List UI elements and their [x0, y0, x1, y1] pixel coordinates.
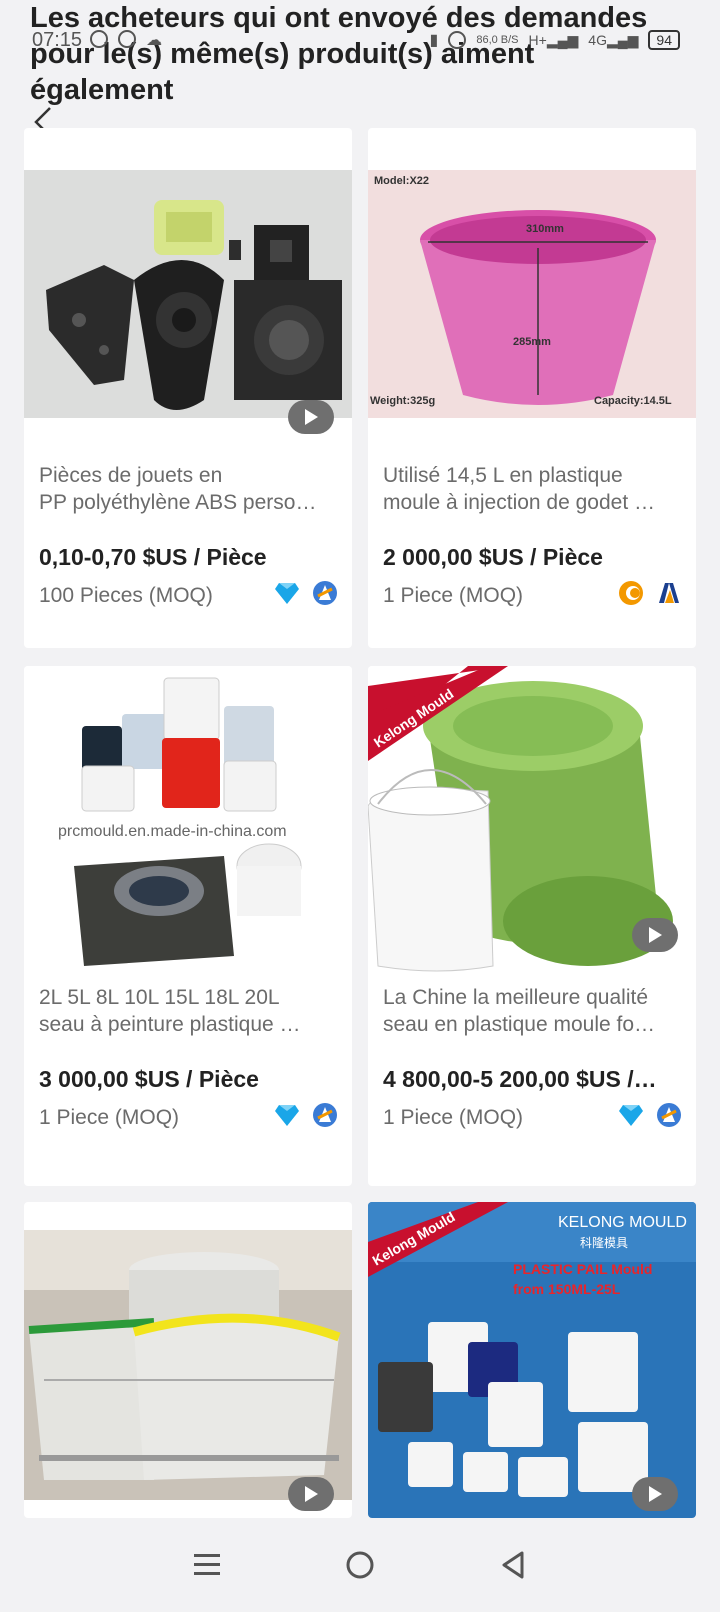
notification-icons: ☁ [90, 30, 162, 50]
model-label: Model:X22 [374, 175, 429, 187]
product-image[interactable]: Model:X22 310mm 285mm Weight:325g Capaci… [368, 170, 696, 418]
alarm-clock-icon [448, 31, 467, 49]
product-moq: 1 Piece (MOQ) [383, 1106, 524, 1129]
product-price: 4 800,00-5 200,00 $US /… [383, 1066, 657, 1092]
menu-button[interactable] [187, 1545, 227, 1585]
video-play-button[interactable] [288, 1477, 334, 1511]
supplier-badges [618, 1102, 682, 1128]
ad-headline-1: PLASTIC PAIL Mould [513, 1261, 652, 1277]
play-icon [649, 927, 662, 943]
network-speed: 86,0 B/S [476, 33, 519, 46]
video-play-button[interactable] [632, 918, 678, 952]
cloud-icon: ☁ [146, 32, 163, 49]
product-price: 3 000,00 $US / Pièce [39, 1066, 259, 1092]
diamond-icon [274, 1102, 300, 1128]
play-icon [649, 1486, 662, 1502]
media-icon [90, 30, 109, 48]
supplier-badges [274, 580, 338, 606]
verified-icon [312, 580, 338, 606]
product-title: seau à peinture plastique … [39, 1013, 301, 1036]
product-title: moule à injection de godet … [383, 491, 656, 514]
pail-mould-ad-photo: Kelong Mould KELONG MOULD 科隆模具 PLASTIC P… [368, 1202, 696, 1518]
product-title: Pièces de jouets en [39, 464, 223, 487]
product-card[interactable]: Pièces de jouets en PP polyéthylène ABS … [24, 128, 352, 648]
product-card[interactable]: prcmould.en.made-in-china.com 2L 5L 8L 1… [24, 666, 352, 1186]
weight-label: Weight:325g [370, 395, 435, 407]
supplier-badges [618, 580, 682, 606]
status-bar: 07:15 ☁ ▮ 86,0 B/S H+▂▄▆ 4G▂▄▆ 94 [32, 26, 680, 54]
watermark-text: prcmould.en.made-in-china.com [58, 823, 287, 840]
product-title: 2L 5L 8L 10L 15L 18L 20L [39, 986, 280, 1009]
verified-icon [656, 1102, 682, 1128]
triangle-back-icon [502, 1551, 524, 1579]
product-price: 2 000,00 $US / Pièce [383, 544, 603, 570]
diamond-icon [274, 580, 300, 606]
product-moq: 1 Piece (MOQ) [39, 1106, 180, 1129]
verified-icon [312, 1102, 338, 1128]
home-circle-icon [346, 1551, 374, 1579]
signal-h-plus: H+▂▄▆ [528, 31, 579, 48]
product-moq: 1 Piece (MOQ) [383, 584, 524, 607]
system-back-button[interactable] [493, 1545, 533, 1585]
audited-icon [656, 580, 682, 606]
product-title: La Chine la meilleure qualité [383, 986, 648, 1009]
capacity-label: Capacity:14.5L [594, 395, 672, 407]
screen: Les acheteurs qui ont envoyé des demande… [0, 0, 720, 1612]
product-title: seau en plastique moule fo… [383, 1013, 656, 1036]
product-image[interactable] [24, 170, 352, 418]
product-title: Utilisé 14,5 L en plastique [383, 464, 623, 487]
diamond-icon [618, 1102, 644, 1128]
brand-name-text: KELONG MOULD [558, 1214, 687, 1231]
ad-headline-2: from 150ML-25L [513, 1281, 621, 1297]
waste-bins-photo [24, 1230, 352, 1500]
alarm-icon [118, 30, 137, 48]
video-play-button[interactable] [288, 400, 334, 434]
status-right: ▮ 86,0 B/S H+▂▄▆ 4G▂▄▆ 94 [430, 30, 680, 50]
height-label: 285mm [513, 336, 551, 348]
supplier-badges [274, 1102, 338, 1128]
product-card[interactable]: Kelong Mould La Chine la meilleure quali… [368, 666, 696, 1186]
product-title: PP polyéthylène ABS perso… [39, 491, 317, 514]
pink-bucket-photo: Model:X22 310mm 285mm Weight:325g Capaci… [368, 170, 696, 418]
network-type-1: H+ [528, 31, 547, 48]
video-play-button[interactable] [632, 1477, 678, 1511]
battery-indicator: 94 [648, 30, 680, 50]
product-image[interactable]: prcmould.en.made-in-china.com [24, 666, 352, 996]
brand-cn-text: 科隆模具 [580, 1235, 628, 1250]
play-icon [305, 1486, 318, 1502]
product-price: 0,10-0,70 $US / Pièce [39, 544, 267, 570]
width-label: 310mm [526, 223, 564, 235]
product-moq: 100 Pieces (MOQ) [39, 584, 213, 607]
product-card[interactable]: Model:X22 310mm 285mm Weight:325g Capaci… [368, 128, 696, 648]
page-title: Les acheteurs qui ont envoyé des demande… [30, 2, 648, 106]
product-image[interactable] [24, 1230, 352, 1500]
home-button[interactable] [340, 1545, 380, 1585]
network-type-2: 4G [588, 31, 607, 48]
play-icon [305, 409, 318, 425]
paint-pails-photo: prcmould.en.made-in-china.com [24, 666, 352, 996]
gold-supplier-icon [618, 580, 644, 606]
product-image[interactable]: Kelong Mould KELONG MOULD 科隆模具 PLASTIC P… [368, 1202, 696, 1518]
vibrate-icon: ▮ [429, 32, 439, 49]
system-navigation-bar [0, 1518, 720, 1612]
plastic-parts-photo [24, 170, 352, 418]
menu-icon [193, 1554, 220, 1575]
product-card[interactable] [24, 1202, 352, 1518]
signal-4g: 4G▂▄▆ [588, 31, 639, 48]
status-time: 07:15 [32, 28, 83, 51]
product-card[interactable]: Kelong Mould KELONG MOULD 科隆模具 PLASTIC P… [368, 1202, 696, 1518]
